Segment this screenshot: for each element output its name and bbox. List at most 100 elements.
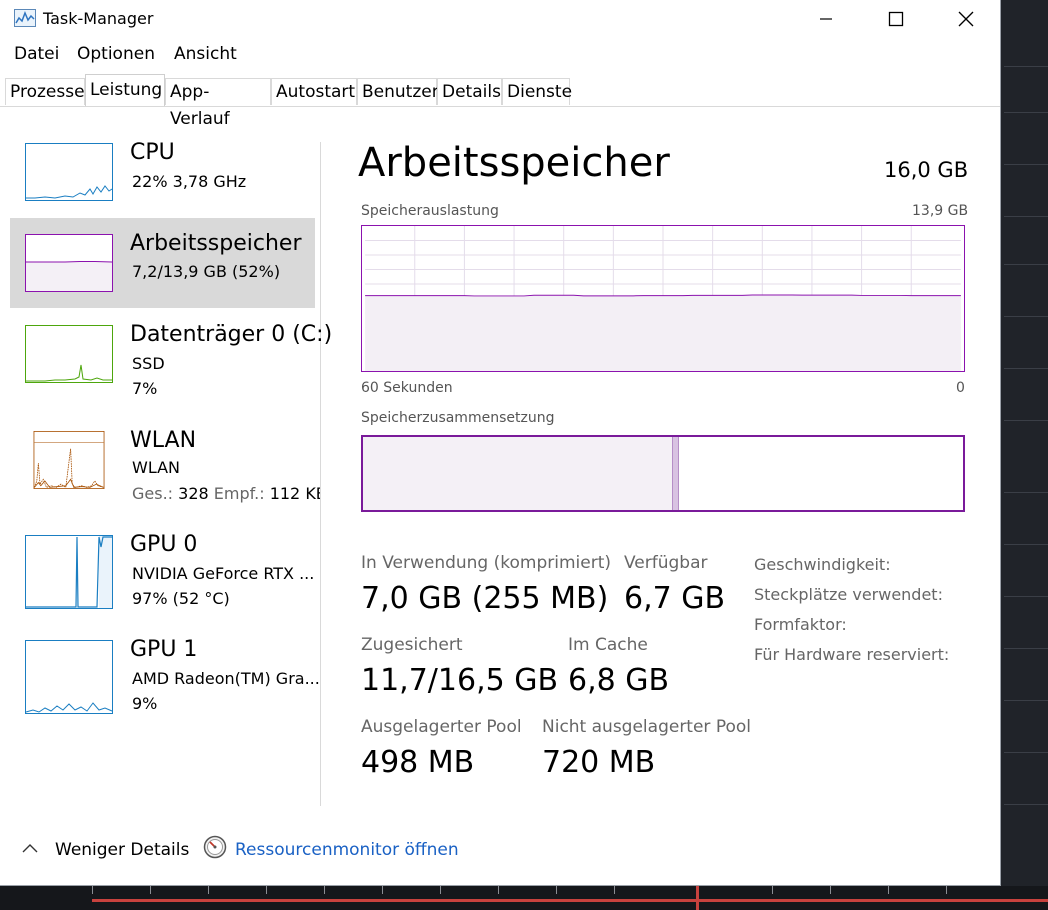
- label-speed: Geschwindigkeit:: [754, 555, 891, 574]
- timeline-tick: [92, 886, 93, 894]
- timeline-tick: [382, 886, 383, 894]
- label-slots-used: Steckplätze verwendet:: [754, 585, 943, 604]
- desktop-timeline-line: [92, 899, 1048, 902]
- desktop-line: [1004, 544, 1048, 545]
- maximize-icon: [888, 11, 904, 27]
- wlan-sent-label: Ges.:: [132, 484, 174, 503]
- sidebar-wlan-adapter: WLAN: [132, 458, 181, 477]
- usage-graph-max: 13,9 GB: [912, 203, 969, 219]
- desktop-line: [1004, 316, 1048, 317]
- sidebar-memory-detail: 7,2/13,9 GB (52%): [132, 262, 281, 281]
- stat-value-paged-pool: 498 MB: [361, 745, 475, 780]
- resource-monitor-icon: [203, 835, 227, 859]
- wlan-thumbnail-graph: [25, 431, 113, 489]
- desktop-line: [1004, 752, 1048, 753]
- composition-modified[interactable]: [672, 437, 679, 510]
- title-bar[interactable]: Task-Manager: [0, 0, 1000, 38]
- disk-thumbnail-graph: [25, 325, 113, 383]
- menu-datei[interactable]: Datei: [14, 44, 59, 64]
- desktop-line: [1004, 648, 1048, 649]
- window-title: Task-Manager: [43, 9, 154, 28]
- stat-value-in-use: 7,0 GB (255 MB): [361, 581, 609, 616]
- timeline-tick: [830, 886, 831, 894]
- gpu0-thumbnail-graph: [25, 535, 113, 609]
- sidebar-item-wlan[interactable]: WLAN WLAN Ges.: 328 Empf.: 112 KB: [10, 416, 320, 506]
- fewer-details-button[interactable]: Weniger Details: [55, 840, 189, 860]
- usage-graph-label: Speicherauslastung: [361, 203, 499, 219]
- sidebar-gpu0-model: NVIDIA GeForce RTX ...: [132, 564, 315, 583]
- tab-leistung[interactable]: Leistung: [85, 74, 165, 106]
- sidebar-gpu1-model: AMD Radeon(TM) Gra...: [132, 669, 320, 688]
- graph-time-right: 0: [956, 380, 965, 396]
- minimize-button[interactable]: [791, 0, 861, 38]
- wlan-received-label: Empf.:: [213, 484, 265, 503]
- minimize-icon: [820, 18, 832, 20]
- timeline-tick: [440, 886, 441, 894]
- sidebar-gpu0-title: GPU 0: [130, 532, 198, 557]
- timeline-tick: [888, 886, 889, 894]
- sidebar-wlan-throughput: Ges.: 328 Empf.: 112 KB: [132, 484, 320, 503]
- timeline-tick: [266, 886, 267, 894]
- desktop-line: [1004, 66, 1048, 67]
- sidebar-item-memory[interactable]: Arbeitsspeicher 7,2/13,9 GB (52%): [10, 218, 315, 308]
- tab-prozesse[interactable]: Prozesse: [5, 78, 85, 105]
- desktop-line: [1004, 492, 1048, 493]
- desktop-line: [1004, 368, 1048, 369]
- label-form-factor: Formfaktor:: [754, 615, 847, 634]
- desktop-line: [1004, 164, 1048, 165]
- tab-dienste[interactable]: Dienste: [502, 78, 572, 105]
- sidebar-item-gpu1[interactable]: GPU 1 AMD Radeon(TM) Gra... 9%: [10, 625, 320, 715]
- menu-ansicht[interactable]: Ansicht: [174, 44, 237, 64]
- stat-value-available: 6,7 GB: [624, 581, 726, 616]
- desktop-line: [1004, 700, 1048, 701]
- composition-in-use[interactable]: [363, 437, 672, 510]
- stat-value-committed: 11,7/16,5 GB: [361, 663, 559, 698]
- composition-label: Speicherzusammensetzung: [361, 410, 555, 426]
- sidebar-cpu-title: CPU: [130, 140, 175, 165]
- desktop-timeline: [0, 886, 1048, 910]
- desktop-line: [1004, 804, 1048, 805]
- sidebar-cpu-detail: 22% 3,78 GHz: [132, 172, 247, 191]
- timeline-tick: [208, 886, 209, 894]
- memory-composition-bar: [361, 435, 965, 512]
- memory-thumbnail-graph: [25, 234, 113, 292]
- close-button[interactable]: [931, 0, 1000, 38]
- desktop-line: [1004, 112, 1048, 113]
- stat-label-available: Verfügbar: [624, 553, 708, 573]
- desktop-line: [1004, 596, 1048, 597]
- tab-details[interactable]: Details: [437, 78, 502, 105]
- task-manager-app-icon: [14, 9, 36, 27]
- tab-autostart[interactable]: Autostart: [271, 78, 357, 105]
- sidebar-divider: [320, 142, 321, 806]
- timeline-tick: [498, 886, 499, 894]
- menu-optionen[interactable]: Optionen: [77, 44, 155, 64]
- gpu1-thumbnail-graph: [25, 640, 113, 714]
- memory-usage-graph: [361, 225, 965, 372]
- wlan-sent-value: 328: [178, 484, 209, 503]
- sidebar-item-gpu0[interactable]: GPU 0 NVIDIA GeForce RTX ... 97% (52 °C): [10, 520, 315, 610]
- tab-app-verlauf[interactable]: App-Verlauf: [165, 78, 271, 129]
- graph-time-left: 60 Sekunden: [361, 380, 453, 396]
- maximize-button[interactable]: [861, 0, 931, 38]
- memory-total: 16,0 GB: [884, 158, 969, 182]
- open-resource-monitor-link[interactable]: Ressourcenmonitor öffnen: [235, 840, 459, 860]
- timeline-tick: [150, 886, 151, 894]
- desktop-line: [1004, 264, 1048, 265]
- stat-label-cached: Im Cache: [568, 635, 648, 655]
- sidebar-item-disk[interactable]: Datenträger 0 (C:) SSD 7%: [10, 310, 332, 400]
- timeline-tick: [946, 886, 947, 894]
- sidebar-disk-type: SSD: [132, 354, 165, 373]
- wlan-received-value: 112 KB: [269, 484, 320, 503]
- cpu-thumbnail-graph: [25, 143, 113, 201]
- desktop-line: [1004, 420, 1048, 421]
- sidebar-disk-title: Datenträger 0 (C:): [130, 322, 333, 347]
- stat-label-committed: Zugesichert: [361, 635, 463, 655]
- stat-label-nonpaged-pool: Nicht ausgelagerter Pool: [542, 717, 751, 737]
- chevron-up-icon[interactable]: [22, 842, 38, 854]
- page-title: Arbeitsspeicher: [358, 140, 670, 186]
- timeline-playhead: [696, 886, 699, 910]
- sidebar-gpu1-title: GPU 1: [130, 637, 198, 662]
- timeline-tick: [772, 886, 773, 894]
- tab-benutzer[interactable]: Benutzer: [357, 78, 439, 105]
- sidebar-item-cpu[interactable]: CPU 22% 3,78 GHz: [10, 128, 315, 218]
